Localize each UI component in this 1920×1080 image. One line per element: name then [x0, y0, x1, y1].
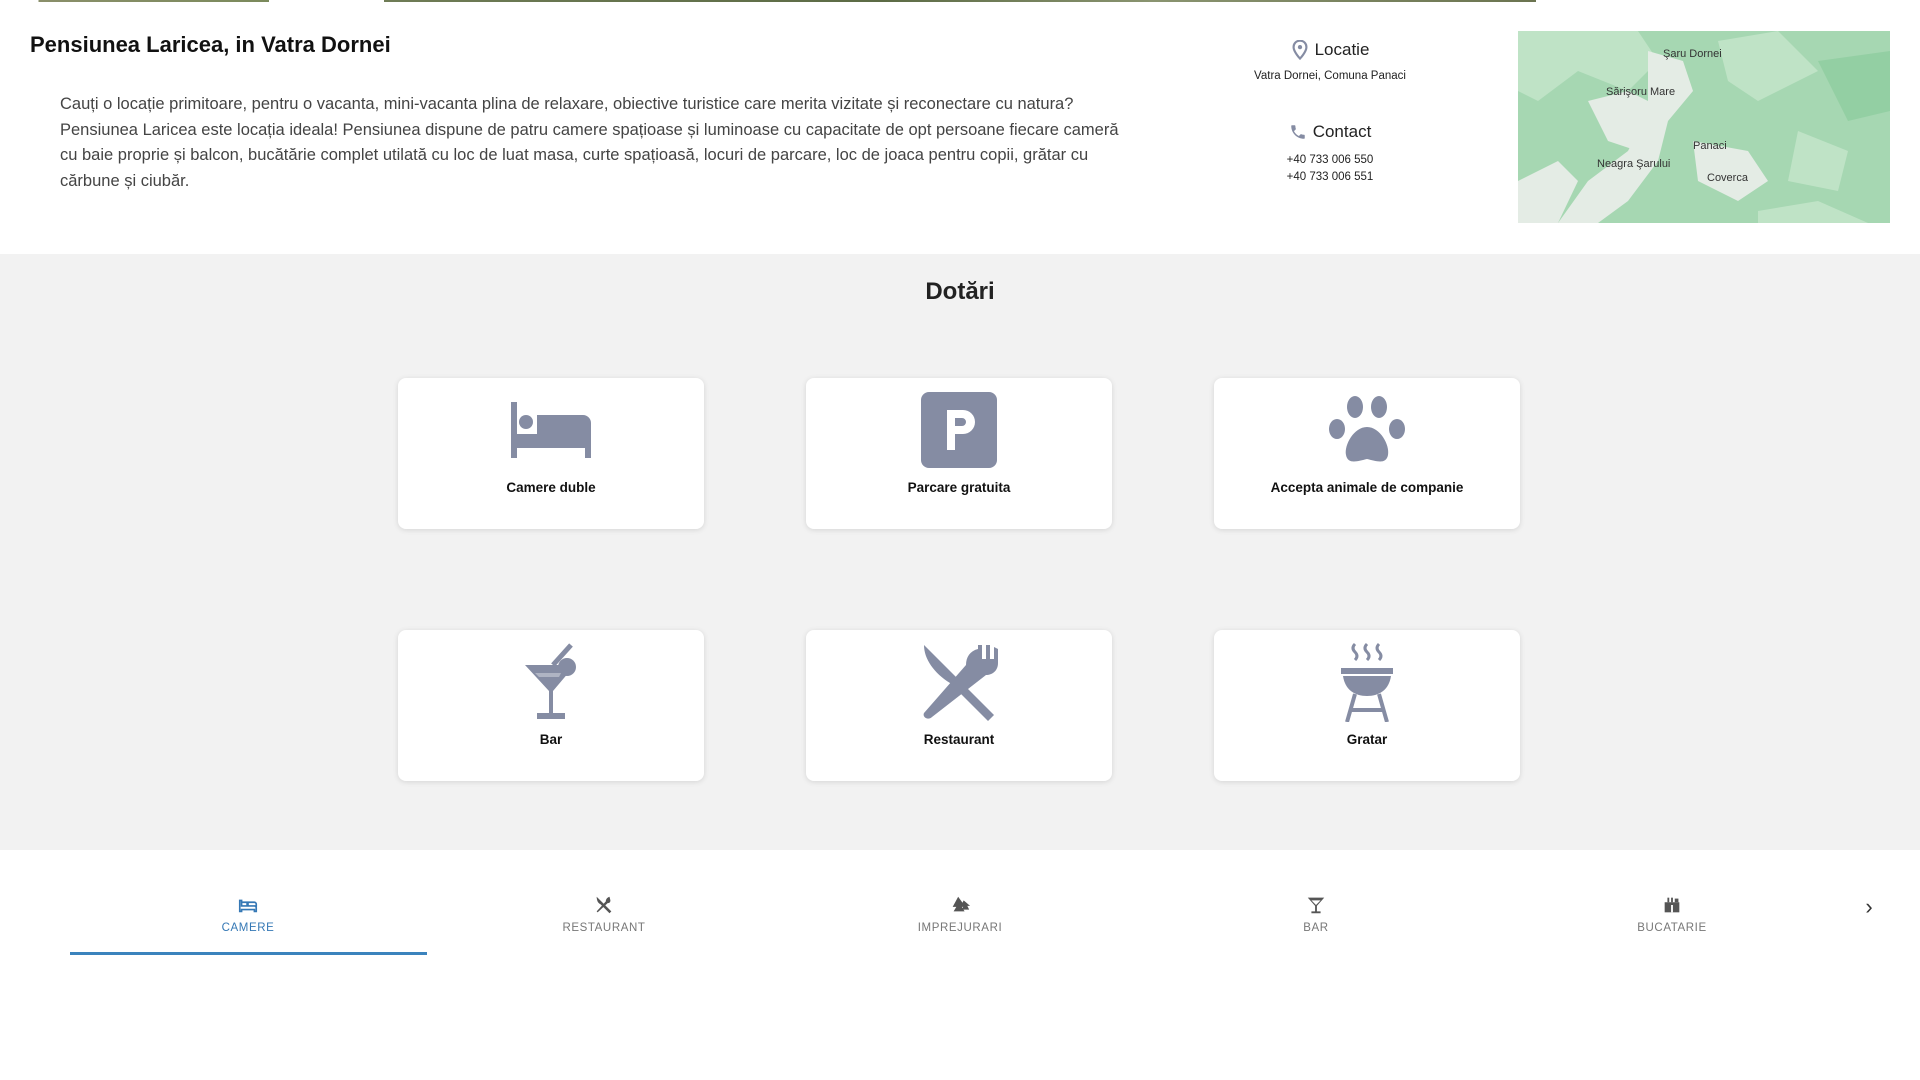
map-place-label: Neagra Şarului	[1597, 158, 1671, 170]
location-block: Locatie Vatra Dornei, Comuna Panaci	[1230, 40, 1430, 82]
amenity-label: Gratar	[1346, 732, 1388, 747]
amenity-icon-wrap	[920, 642, 998, 722]
tab-imprejurari[interactable]: IMPREJURARI	[782, 880, 1138, 954]
tab-bar[interactable]: BAR	[1138, 880, 1494, 954]
tab-label: RESTAURANT	[562, 922, 646, 934]
cocktail-icon	[525, 643, 576, 719]
map-place-label: Şaru Dornei	[1663, 48, 1722, 60]
tab-label: BUCATARIE	[1637, 922, 1707, 934]
amenity-card-restaurant: Restaurant	[806, 630, 1112, 781]
gallery-tabs: CAMERE RESTAURANT IMPREJURARI BAR BUCATA…	[0, 880, 1920, 960]
location-label: Locatie	[1314, 40, 1370, 59]
amenity-card-free-parking: Parcare gratuita	[806, 378, 1112, 529]
contact-label: Contact	[1312, 122, 1372, 141]
contact-block: Contact +40 733 006 550 +40 733 006 551	[1230, 122, 1430, 186]
utensils-icon	[596, 896, 612, 914]
location-map[interactable]: Şaru Dornei Sărişoru Mare Panaci Neagra …	[1518, 31, 1890, 223]
location-heading: Locatie	[1230, 40, 1430, 60]
kitchen-icon	[1664, 897, 1680, 913]
tab-restaurant[interactable]: RESTAURANT	[426, 880, 782, 954]
amenity-icon-wrap	[523, 642, 579, 722]
amenity-card-double-rooms: Camere duble	[398, 378, 704, 529]
amenity-label: Parcare gratuita	[907, 480, 1011, 495]
phone-icon	[1290, 125, 1305, 139]
phone-number-2[interactable]: +40 733 006 551	[1230, 169, 1430, 186]
tabs-next-button[interactable]: ›	[1856, 894, 1882, 920]
grill-icon	[1341, 642, 1393, 722]
top-banner-strip	[0, 0, 1920, 2]
tab-bucatarie[interactable]: BUCATARIE	[1494, 880, 1850, 954]
tab-camere[interactable]: CAMERE	[70, 880, 426, 954]
amenity-icon-wrap	[511, 390, 591, 470]
amenities-section: Dotări Camere duble Parcare gratuita Acc…	[0, 254, 1920, 850]
bed-icon	[511, 402, 591, 458]
amenity-icon-wrap	[1341, 642, 1393, 722]
phone-number-1[interactable]: +40 733 006 550	[1230, 152, 1430, 169]
map-place-label: Sărişoru Mare	[1606, 86, 1676, 98]
bed-icon	[238, 899, 258, 913]
tab-label: BAR	[1303, 922, 1329, 934]
description-text: Cauți o locație primitoare, pentru o vac…	[60, 95, 1119, 190]
trees-icon	[952, 896, 971, 912]
amenity-card-bar: Bar	[398, 630, 704, 781]
amenity-label: Restaurant	[923, 732, 995, 747]
amenity-label: Bar	[539, 732, 563, 747]
cocktail-icon	[1307, 897, 1325, 914]
page-title: Pensiunea Laricea, in Vatra Dornei	[30, 32, 391, 57]
amenities-title: Dotări	[925, 278, 995, 305]
tab-label: CAMERE	[221, 922, 275, 934]
amenity-label: Accepta animale de companie	[1270, 480, 1464, 495]
map-place-label: Coverca	[1707, 172, 1748, 184]
tab-label: IMPREJURARI	[917, 922, 1003, 934]
amenity-card-grill: Gratar	[1214, 630, 1520, 781]
paw-icon	[1329, 396, 1405, 462]
location-value: Vatra Dornei, Comuna Panaci	[1254, 70, 1406, 82]
map-place-label: Panaci	[1693, 140, 1727, 152]
parking-icon	[921, 392, 997, 468]
phone-list: +40 733 006 550 +40 733 006 551	[1230, 152, 1430, 186]
info-column: Locatie Vatra Dornei, Comuna Panaci Cont…	[1230, 40, 1430, 186]
amenity-icon-wrap	[1328, 390, 1406, 470]
map-pin-icon	[1292, 40, 1308, 60]
contact-heading: Contact	[1230, 122, 1430, 142]
active-tab-indicator	[70, 952, 427, 955]
amenity-card-pets: Accepta animale de companie	[1214, 378, 1520, 529]
amenity-icon-wrap	[921, 390, 997, 470]
amenity-label: Camere duble	[506, 480, 596, 495]
utensils-icon	[923, 645, 998, 721]
